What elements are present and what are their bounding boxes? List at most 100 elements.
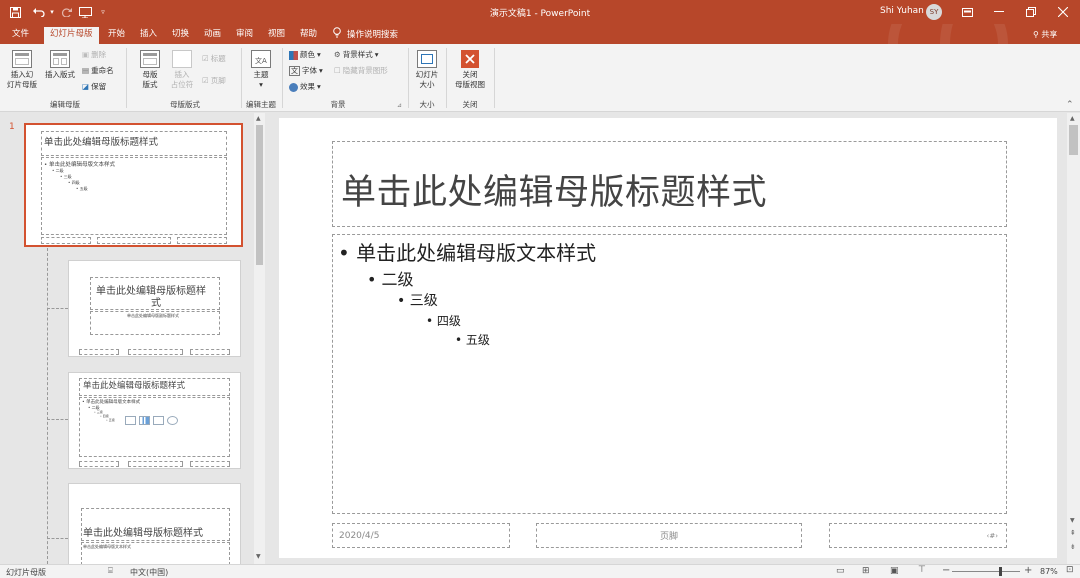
slide-sorter-icon[interactable]: ⊞ — [862, 566, 870, 576]
title-checkbox-label: 标题 — [210, 54, 226, 63]
previous-slide-icon[interactable]: ⇞ — [1070, 529, 1076, 537]
insert-placeholder-label-1: 插入 — [174, 70, 190, 79]
scroll-down-icon[interactable]: ▼ — [1070, 517, 1075, 524]
collapse-ribbon-icon[interactable]: ⌃ — [1066, 100, 1074, 110]
bullet-level-2[interactable]: • 二级 — [367, 266, 414, 290]
slide-canvas[interactable]: 单击此处编辑母版标题样式 • 单击此处编辑母版文本样式 • 二级 • 三级 • … — [279, 118, 1057, 558]
tell-me-search[interactable]: 操作说明搜索 — [333, 27, 398, 41]
insert-layout-button[interactable]: 插入版式 — [42, 50, 78, 80]
master-layout-button[interactable]: 母版 版式 — [134, 50, 166, 90]
zoom-slider[interactable] — [952, 567, 1020, 576]
zoom-out-icon[interactable]: − — [942, 565, 950, 576]
tab-animations[interactable]: 动画 — [202, 27, 223, 44]
bullet-text: 四级 — [436, 314, 461, 328]
layout-thumbnail-section-header[interactable]: 单击此处编辑母版标题样式 单击此处编辑母版文本样式 — [68, 483, 241, 564]
share-button[interactable]: ⚲ 共享 — [1033, 29, 1057, 40]
colors-button[interactable]: 颜色 ▾ — [289, 50, 321, 60]
tab-review[interactable]: 审阅 — [234, 27, 255, 44]
bullet-level-5[interactable]: • 五级 — [455, 331, 490, 348]
hide-background-graphics-checkbox[interactable]: ☐ 隐藏背景图形 — [334, 66, 388, 76]
rename-label: 重命名 — [91, 66, 114, 75]
tab-view[interactable]: 视图 — [266, 27, 287, 44]
zoom-slider-thumb[interactable] — [998, 567, 1002, 576]
ribbon-display-options-icon[interactable] — [958, 4, 976, 20]
restore-icon[interactable] — [1022, 4, 1040, 20]
background-styles-button[interactable]: ⚙ 背景样式 ▾ — [334, 50, 379, 60]
layout-thumbnail-title[interactable]: 单击此处编辑母版标题样 式 单击此处编辑母版副标题样式 — [68, 260, 241, 357]
delete-button[interactable]: ▣ 删除 — [82, 50, 106, 60]
close-icon[interactable] — [1054, 4, 1072, 20]
bullet-level-3[interactable]: • 三级 — [397, 290, 438, 310]
next-slide-icon[interactable]: ⇟ — [1070, 543, 1076, 551]
thumb-bullet: • 五级 — [106, 418, 115, 422]
minimize-icon[interactable] — [990, 4, 1008, 20]
zoom-in-icon[interactable]: + — [1024, 565, 1032, 576]
chevron-down-icon: ▾ — [319, 66, 323, 75]
slideshow-icon[interactable]: ⊤ — [918, 565, 926, 575]
thumb-footer — [128, 349, 183, 355]
fonts-button[interactable]: 文字体 ▾ — [289, 66, 323, 76]
chevron-down-icon: ▾ — [374, 50, 379, 59]
insert-placeholder-button[interactable]: 插入 占位符 — [166, 50, 198, 90]
smartart-icon — [153, 416, 164, 425]
user-name[interactable]: Shi Yuhan — [880, 6, 924, 16]
thumbnail-scrollbar[interactable]: ▲ ▼ — [254, 113, 265, 564]
tab-file[interactable]: 文件 — [10, 27, 31, 44]
slide-size-label-1: 幻灯片 — [415, 70, 439, 79]
title-checkbox[interactable]: ☑ 标题 — [202, 54, 226, 64]
scroll-up-icon[interactable]: ▲ — [256, 115, 261, 122]
themes-button[interactable]: 文A 主题 ▾ — [246, 50, 276, 90]
title-placeholder[interactable]: 单击此处编辑母版标题样式 — [332, 141, 1007, 227]
tab-home[interactable]: 开始 — [106, 27, 127, 44]
footer-checkbox[interactable]: ☑ 页脚 — [202, 76, 226, 86]
slide-size-label-2: 大小 — [419, 80, 435, 89]
dialog-launcher-icon[interactable]: ⊿ — [397, 102, 402, 109]
scrollbar-thumb[interactable] — [1069, 125, 1078, 155]
scroll-down-icon[interactable]: ▼ — [256, 553, 261, 560]
zoom-level[interactable]: 87% — [1040, 567, 1058, 576]
master-title-text[interactable]: 单击此处编辑母版标题样式 — [341, 164, 767, 215]
thumb-bullet: • 单击此处编辑母版文本样式 — [44, 162, 115, 168]
layout-thumbnail-title-content[interactable]: 单击此处编辑母版标题样式 • 单击此处编辑母版文本样式 • 二级 • 三级 • … — [68, 372, 241, 469]
scroll-up-icon[interactable]: ▲ — [1070, 115, 1075, 122]
bullet-level-1[interactable]: • 单击此处编辑母版文本样式 — [338, 237, 596, 266]
effects-button[interactable]: 效果 ▾ — [289, 82, 321, 92]
insert-slide-master-button[interactable]: 插入幻 灯片母版 — [4, 50, 40, 90]
group-label-background: 背景 — [330, 100, 346, 109]
language-label[interactable]: 中文(中国) — [130, 567, 168, 578]
tab-insert[interactable]: 插入 — [138, 27, 159, 44]
slide-number-placeholder[interactable]: ‹#› — [829, 523, 1007, 548]
layout-icon — [50, 50, 70, 68]
ribbon-tabs: 文件 幻灯片母版 开始 插入 切换 动画 审阅 视图 帮助 操作说明搜索 ⚲ 共… — [0, 24, 1080, 44]
effects-icon — [289, 82, 298, 92]
avatar[interactable]: SY — [926, 4, 942, 20]
slide-size-icon — [417, 50, 437, 68]
body-placeholder[interactable]: • 单击此处编辑母版文本样式 • 二级 • 三级 • 四级 • 五级 — [332, 234, 1007, 514]
footer-date-placeholder[interactable]: 2020/4/5 — [332, 523, 510, 548]
close-master-icon — [461, 50, 479, 68]
content-placeholder-icons — [125, 416, 178, 425]
reading-view-icon[interactable]: ▣ — [890, 566, 899, 576]
slide-master-thumbnail[interactable]: 单击此处编辑母版标题样式 • 单击此处编辑母版文本样式 • 二级 • 三级 • … — [24, 123, 243, 247]
close-master-view-button[interactable]: 关闭 母版视图 — [450, 50, 490, 90]
editor-scrollbar[interactable]: ▲ ▼ ⇞ ⇟ — [1067, 113, 1080, 564]
checkbox-icon: ☑ — [202, 76, 209, 85]
accessibility-icon[interactable]: ⌸ — [108, 566, 113, 576]
background-styles-label: 背景样式 — [342, 50, 373, 59]
tab-slide-master[interactable]: 幻灯片母版 — [44, 27, 99, 44]
bullet-level-4[interactable]: • 四级 — [426, 312, 461, 329]
preserve-button[interactable]: ◪ 保留 — [82, 82, 106, 92]
slide-size-button[interactable]: 幻灯片 大小 — [410, 50, 444, 90]
normal-view-icon[interactable]: ▭ — [836, 566, 845, 576]
footer-text-placeholder[interactable]: 页脚 — [536, 523, 802, 548]
tab-transitions[interactable]: 切换 — [170, 27, 191, 44]
scrollbar-thumb[interactable] — [256, 125, 263, 265]
insert-slide-master-label-2: 灯片母版 — [7, 80, 37, 89]
tab-help[interactable]: 帮助 — [298, 27, 319, 44]
layout-tree-line — [47, 248, 48, 564]
status-bar: 幻灯片母版 ⌸ 中文(中国) ▭ ⊞ ▣ ⊤ − + 87% ⊡ — [0, 564, 1080, 578]
insert-placeholder-label-2: 占位符 — [170, 80, 194, 89]
fit-to-window-icon[interactable]: ⊡ — [1066, 565, 1074, 575]
rename-button[interactable]: ▤ 重命名 — [82, 66, 114, 76]
thumb-footer-number — [190, 349, 230, 355]
